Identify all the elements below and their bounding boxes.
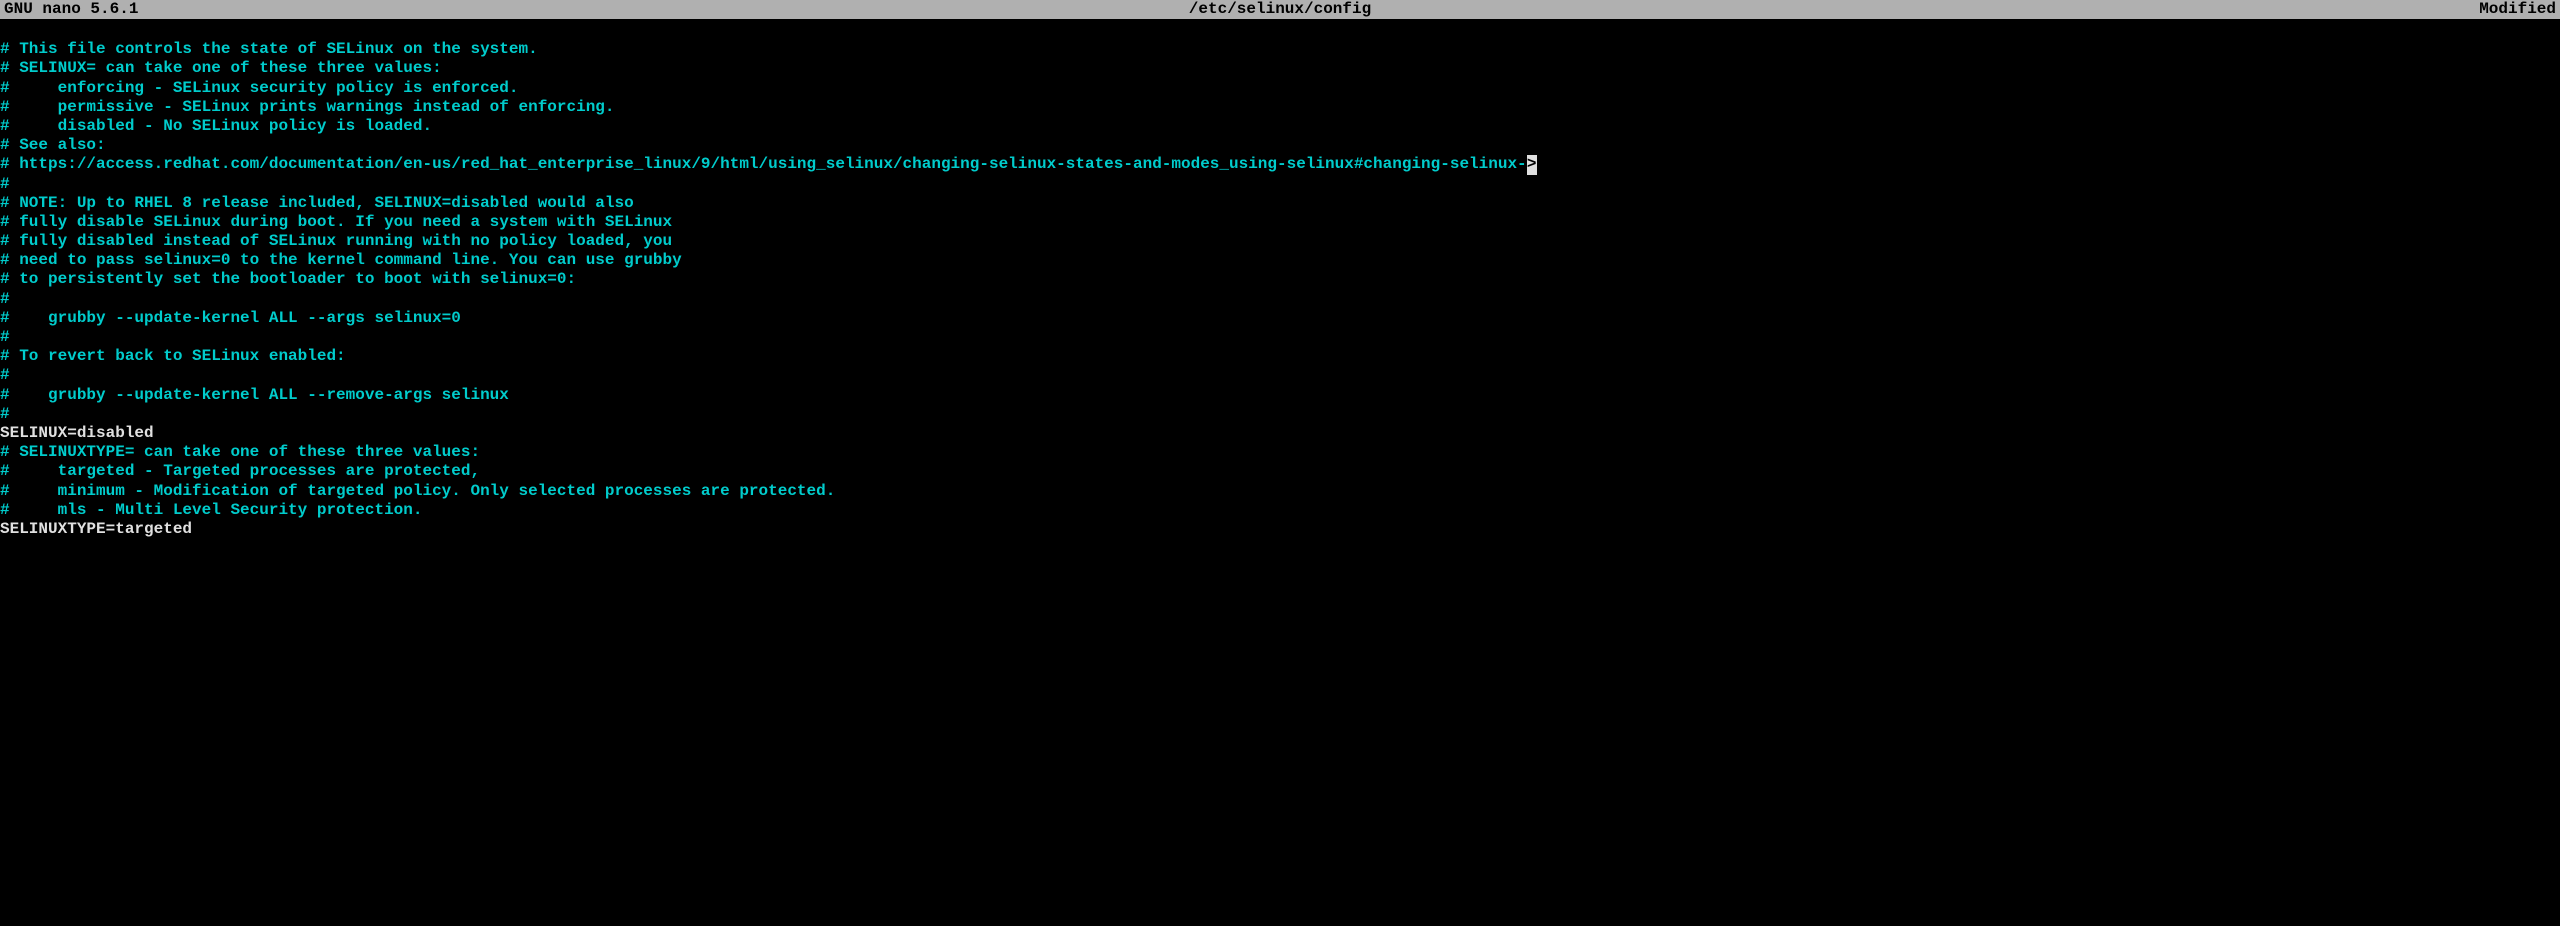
comment-text: # grubby --update-kernel ALL --remove-ar…	[0, 386, 509, 404]
editor-line[interactable]: #	[0, 175, 2560, 194]
editor-line[interactable]: # enforcing - SELinux security policy is…	[0, 79, 2560, 98]
nano-filename: /etc/selinux/config	[1189, 0, 1371, 19]
comment-text: # grubby --update-kernel ALL --args seli…	[0, 309, 461, 327]
editor-line[interactable]	[0, 21, 2560, 40]
comment-text: # SELINUX= can take one of these three v…	[0, 59, 442, 77]
editor-line[interactable]: # minimum - Modification of targeted pol…	[0, 482, 2560, 501]
editor-line[interactable]: # mls - Multi Level Security protection.	[0, 501, 2560, 520]
editor-line[interactable]: # to persistently set the bootloader to …	[0, 270, 2560, 289]
line-overflow-indicator-icon: >	[1527, 155, 1537, 174]
comment-text: # mls - Multi Level Security protection.	[0, 501, 422, 519]
nano-modified-status: Modified	[2479, 0, 2556, 19]
editor-area[interactable]: # This file controls the state of SELinu…	[0, 19, 2560, 539]
editor-line[interactable]: #	[0, 290, 2560, 309]
editor-line[interactable]: # This file controls the state of SELinu…	[0, 40, 2560, 59]
editor-line[interactable]: # NOTE: Up to RHEL 8 release included, S…	[0, 194, 2560, 213]
editor-line[interactable]: #	[0, 366, 2560, 385]
editor-line[interactable]: SELINUXTYPE=targeted	[0, 520, 2560, 539]
nano-titlebar: GNU nano 5.6.1 /etc/selinux/config Modif…	[0, 0, 2560, 19]
comment-text: #	[0, 175, 10, 193]
comment-text: # https://access.redhat.com/documentatio…	[0, 155, 1527, 174]
config-setting: SELINUX=disabled	[0, 424, 154, 442]
comment-text: # enforcing - SELinux security policy is…	[0, 79, 518, 97]
comment-text: #	[0, 328, 10, 346]
editor-line[interactable]: # grubby --update-kernel ALL --remove-ar…	[0, 386, 2560, 405]
comment-text: #	[0, 366, 10, 384]
editor-line[interactable]: #	[0, 328, 2560, 347]
editor-line[interactable]: # fully disabled instead of SELinux runn…	[0, 232, 2560, 251]
comment-text: #	[0, 405, 10, 423]
editor-line[interactable]: # https://access.redhat.com/documentatio…	[0, 155, 2560, 174]
comment-text: # This file controls the state of SELinu…	[0, 40, 538, 58]
comment-text: # permissive - SELinux prints warnings i…	[0, 98, 615, 116]
editor-line[interactable]: # fully disable SELinux during boot. If …	[0, 213, 2560, 232]
editor-line[interactable]: #	[0, 405, 2560, 424]
editor-line[interactable]: # grubby --update-kernel ALL --args seli…	[0, 309, 2560, 328]
editor-line[interactable]: # permissive - SELinux prints warnings i…	[0, 98, 2560, 117]
editor-line[interactable]: SELINUX=disabled	[0, 424, 2560, 443]
comment-text: # See also:	[0, 136, 106, 154]
comment-text: # NOTE: Up to RHEL 8 release included, S…	[0, 194, 634, 212]
nano-version: GNU nano 5.6.1	[4, 0, 138, 19]
comment-text: #	[0, 290, 10, 308]
editor-line[interactable]: # To revert back to SELinux enabled:	[0, 347, 2560, 366]
comment-text: # minimum - Modification of targeted pol…	[0, 482, 835, 500]
comment-text: # SELINUXTYPE= can take one of these thr…	[0, 443, 480, 461]
editor-line[interactable]: # SELINUX= can take one of these three v…	[0, 59, 2560, 78]
comment-text: # targeted - Targeted processes are prot…	[0, 462, 480, 480]
comment-text: # fully disable SELinux during boot. If …	[0, 213, 672, 231]
config-setting: SELINUXTYPE=targeted	[0, 520, 192, 538]
comment-text: # need to pass selinux=0 to the kernel c…	[0, 251, 682, 269]
editor-line[interactable]: # disabled - No SELinux policy is loaded…	[0, 117, 2560, 136]
editor-line[interactable]: # SELINUXTYPE= can take one of these thr…	[0, 443, 2560, 462]
comment-text: # disabled - No SELinux policy is loaded…	[0, 117, 432, 135]
comment-text: # fully disabled instead of SELinux runn…	[0, 232, 672, 250]
comment-text: # to persistently set the bootloader to …	[0, 270, 576, 288]
editor-line[interactable]: # need to pass selinux=0 to the kernel c…	[0, 251, 2560, 270]
editor-line[interactable]: # targeted - Targeted processes are prot…	[0, 462, 2560, 481]
comment-text: # To revert back to SELinux enabled:	[0, 347, 346, 365]
editor-line[interactable]: # See also:	[0, 136, 2560, 155]
